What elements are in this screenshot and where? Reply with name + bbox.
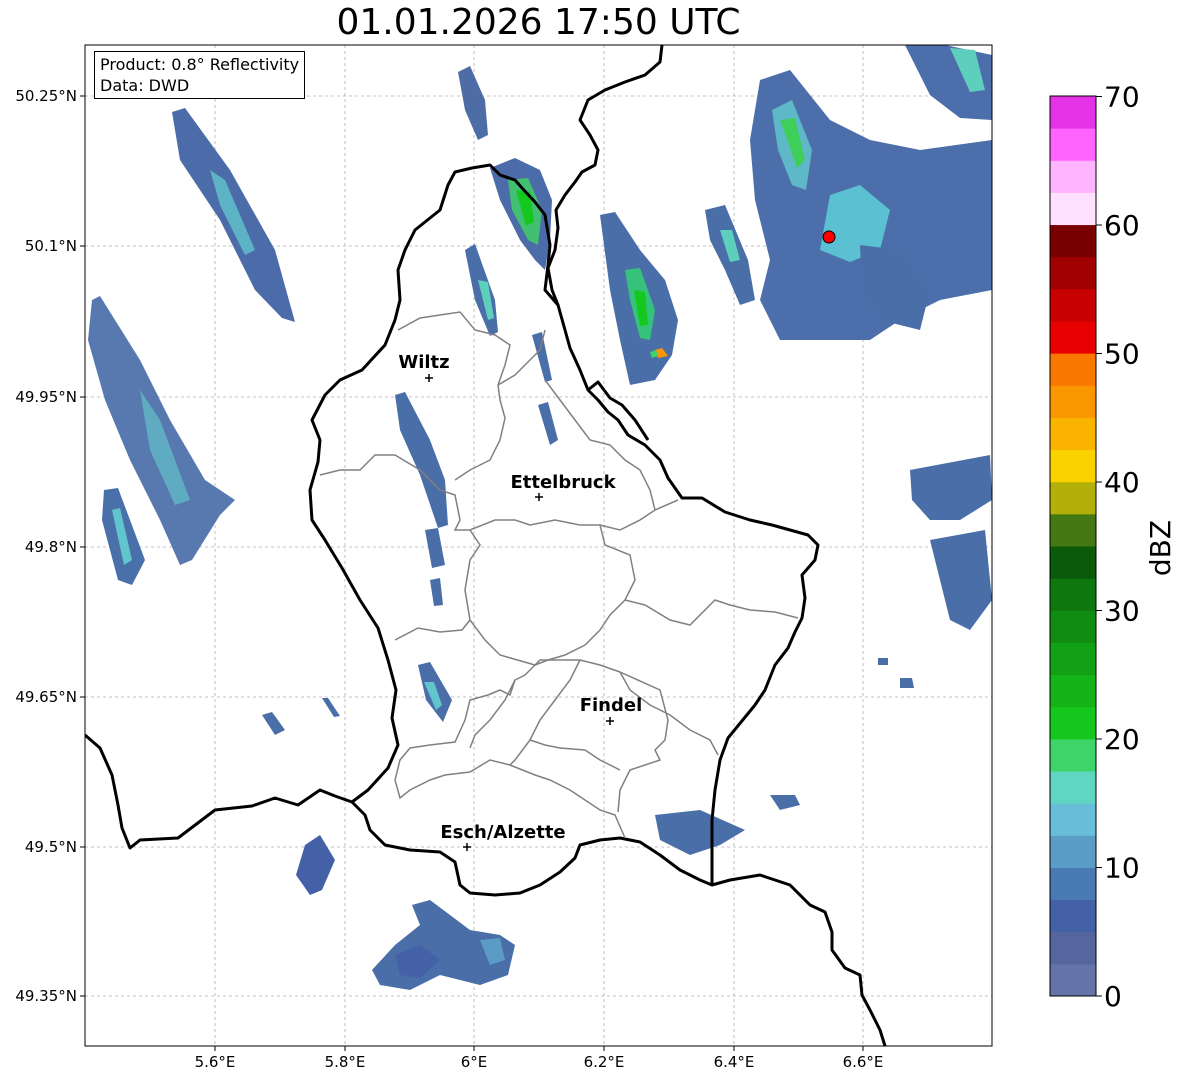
colorbar-swatch: [1050, 385, 1096, 418]
colorbar-swatch: [1050, 738, 1096, 772]
colorbar-tick-label: 20: [1104, 723, 1140, 756]
lon-tick-label: 6°E: [461, 1053, 488, 1071]
colorbar-swatch: [1050, 803, 1096, 836]
lat-tick-label: 49.95°N: [15, 388, 77, 406]
colorbar-swatch: [1050, 513, 1096, 547]
city-label-findel: Findel: [580, 695, 643, 716]
colorbar-swatch: [1050, 321, 1096, 354]
colorbar-swatch: [1050, 642, 1096, 676]
colorbar-swatch: [1050, 578, 1096, 611]
colorbar-swatch: [1050, 771, 1096, 804]
lon-tick-label: 5.6°E: [195, 1053, 236, 1071]
product-text: Product: 0.8° Reflectivity: [100, 55, 300, 74]
colorbar-swatch: [1050, 192, 1096, 226]
colorbar-swatch: [1050, 417, 1096, 451]
latitude-axis: 50.25°N 50.1°N 49.95°N 49.8°N 49.65°N 49…: [15, 87, 85, 1005]
radar-echoes: [88, 45, 992, 990]
colorbar-tick-label: 30: [1104, 595, 1140, 628]
radar-map: Wiltz Ettelbruck Findel Esch/Alzette 50.…: [15, 44, 1177, 1071]
colorbar-swatch: [1050, 128, 1096, 161]
colorbar-swatch: [1050, 610, 1096, 643]
colorbar-swatch: [1050, 256, 1096, 290]
lon-tick-label: 5.8°E: [325, 1053, 366, 1071]
city-markers: [425, 374, 614, 851]
colorbar-swatch: [1050, 899, 1096, 933]
colorbar-swatch: [1050, 674, 1096, 708]
colorbar-swatch: [1050, 706, 1096, 740]
colorbar-tick-label: 10: [1104, 852, 1140, 885]
radar-site-marker: [822, 230, 836, 244]
city-label-esch-alzette: Esch/Alzette: [440, 822, 565, 843]
colorbar-label: dBZ: [1144, 520, 1177, 576]
longitude-axis: 5.6°E 5.8°E 6°E 6.2°E 6.4°E 6.6°E: [195, 1046, 884, 1071]
colorbar-swatch: [1050, 353, 1096, 386]
lat-tick-label: 50.25°N: [15, 87, 77, 105]
lon-tick-label: 6.4°E: [714, 1053, 755, 1071]
lon-tick-label: 6.2°E: [584, 1053, 625, 1071]
colorbar-tick-label: 0: [1104, 980, 1122, 1013]
colorbar-tick-label: 60: [1104, 209, 1140, 242]
colorbar-swatch: [1050, 481, 1096, 515]
lat-tick-label: 49.35°N: [15, 987, 77, 1005]
colorbar-tick-label: 40: [1104, 466, 1140, 499]
product-info-box: Product: 0.8° Reflectivity Data: DWD: [94, 51, 306, 99]
colorbar-swatch: [1050, 224, 1096, 258]
lat-tick-label: 49.65°N: [15, 688, 77, 706]
lat-tick-label: 49.8°N: [25, 538, 77, 556]
colorbar-swatch: [1050, 288, 1096, 322]
city-label-ettelbruck: Ettelbruck: [510, 472, 616, 493]
data-source-text: Data: DWD: [100, 76, 190, 95]
colorbar-swatch: [1050, 963, 1096, 997]
colorbar-swatch: [1050, 449, 1096, 483]
lat-tick-label: 49.5°N: [25, 838, 77, 856]
colorbar: [1049, 95, 1097, 997]
lat-tick-label: 50.1°N: [25, 237, 77, 255]
colorbar-tick-label: 50: [1104, 338, 1140, 371]
colorbar-swatch: [1050, 835, 1096, 868]
colorbar-swatch: [1050, 546, 1096, 579]
colorbar-swatch: [1050, 931, 1096, 965]
lon-tick-label: 6.6°E: [843, 1053, 884, 1071]
colorbar-tick-label: 70: [1104, 81, 1140, 114]
colorbar-swatch: [1050, 96, 1096, 129]
city-label-wiltz: Wiltz: [398, 352, 449, 373]
colorbar-ticks: 0 10 20 30 40 50 60 70: [1096, 81, 1140, 1013]
colorbar-swatch: [1050, 160, 1096, 193]
colorbar-swatch: [1050, 867, 1096, 901]
